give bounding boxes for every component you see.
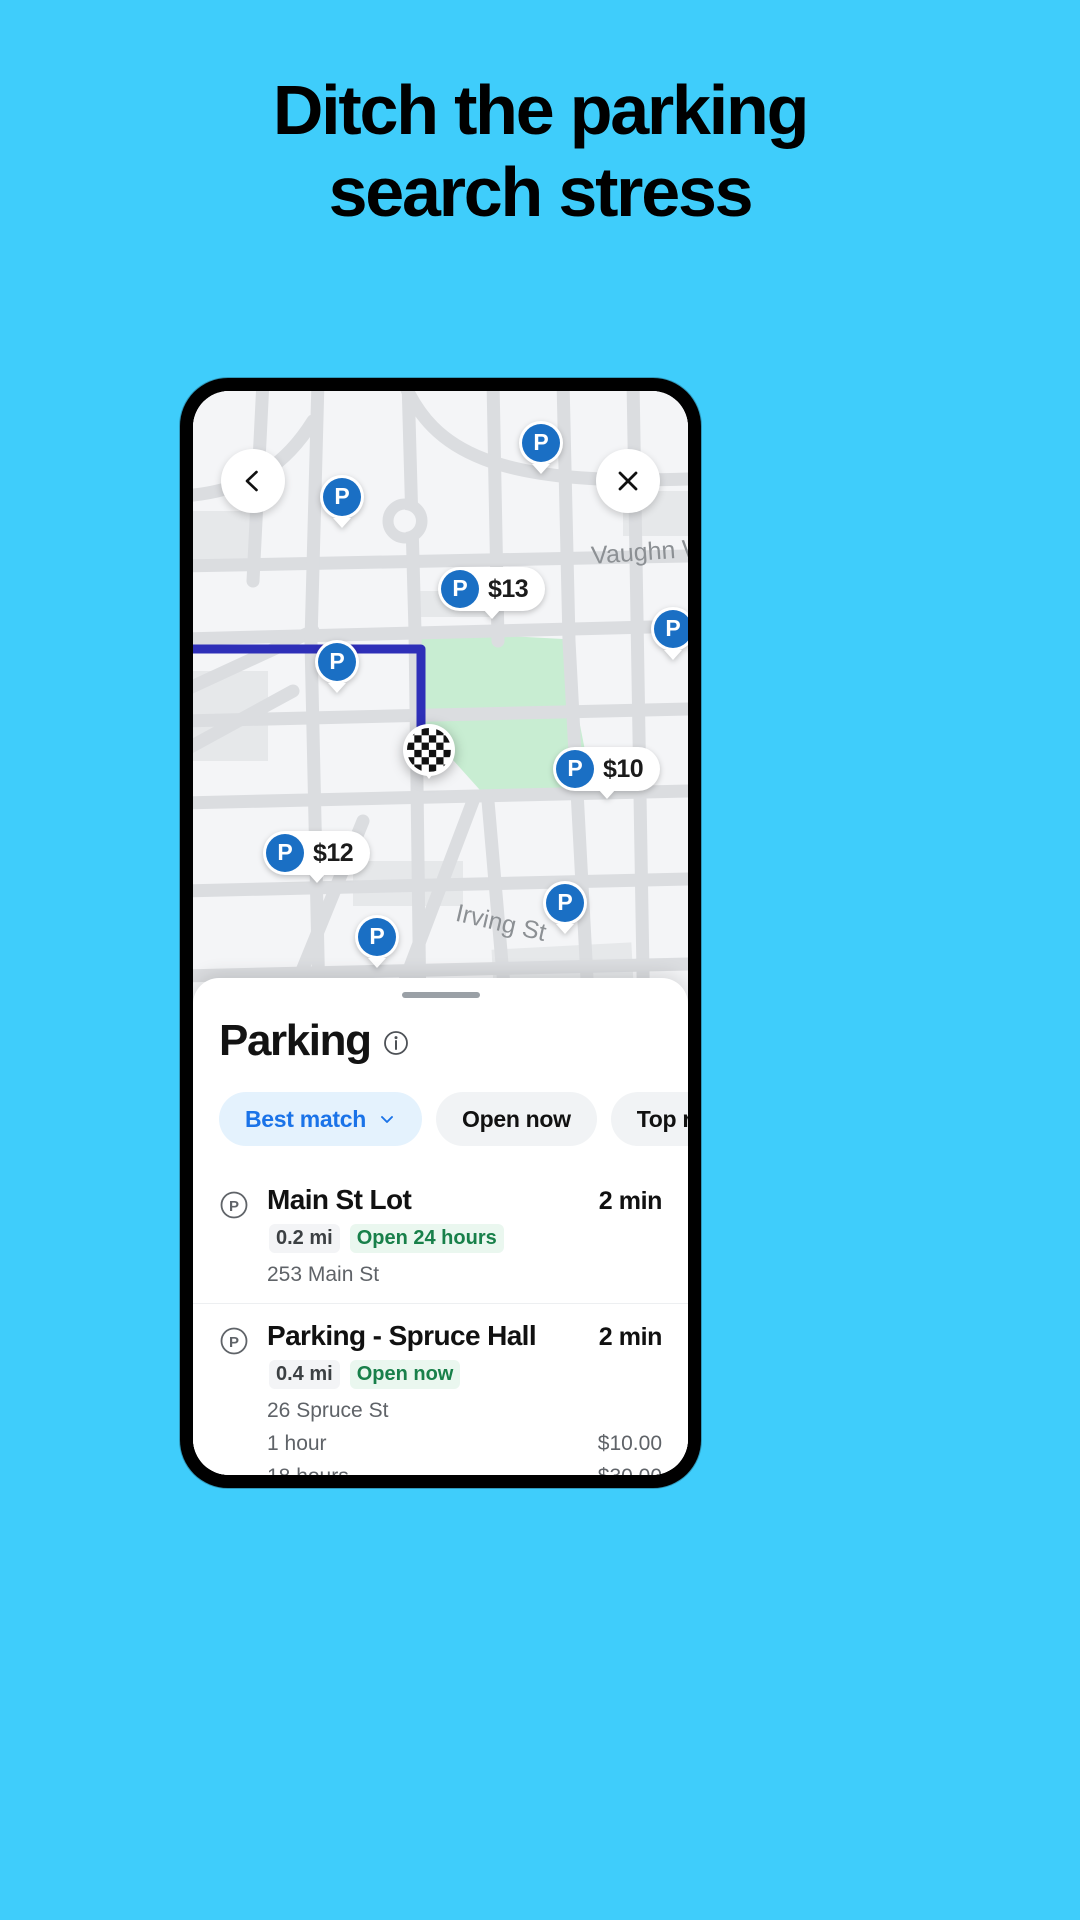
- filter-chips[interactable]: Best match Open now Top rated Onsite: [193, 1066, 688, 1146]
- pin-price-label: $12: [313, 838, 354, 867]
- bottom-sheet[interactable]: Parking Best match Open now Top r P Main…: [193, 978, 688, 1475]
- headline-line-1: Ditch the parking: [272, 71, 810, 149]
- checkered-flag-icon: [398, 721, 460, 783]
- close-button[interactable]: [596, 449, 660, 513]
- list-item-name: Parking - Spruce Hall: [267, 1320, 537, 1351]
- parking-p-icon: P: [556, 750, 594, 788]
- back-button[interactable]: [221, 449, 285, 513]
- parking-pin[interactable]: P: [315, 640, 359, 684]
- parking-p-icon: P: [318, 643, 356, 681]
- list-item-eta: 2 min: [598, 1187, 663, 1215]
- chip-label: Best match: [245, 1105, 366, 1132]
- parking-circle-icon: P: [219, 1326, 249, 1475]
- parking-pin[interactable]: P: [543, 881, 587, 925]
- info-icon[interactable]: [383, 1030, 409, 1061]
- rate-price: $10.00: [597, 1432, 662, 1455]
- parking-pin[interactable]: P: [320, 475, 364, 519]
- list-item[interactable]: P Main St Lot 2 min 0.2 mi Open 24 hours…: [193, 1168, 688, 1303]
- rate-price: $30.00: [598, 1465, 662, 1475]
- headline-line-2: search stress: [328, 152, 754, 231]
- list-item[interactable]: P Parking - Spruce Hall 2 min 0.4 mi Ope…: [193, 1303, 688, 1475]
- rate-row: 1 hour $10.00: [267, 1432, 662, 1456]
- parking-pin-priced[interactable]: P $13: [438, 567, 546, 611]
- chip-label: Top rated: [636, 1105, 688, 1132]
- svg-text:P: P: [229, 1334, 239, 1351]
- parking-circle-icon: P: [219, 1190, 249, 1287]
- list-item-eta: 2 min: [598, 1323, 663, 1351]
- chevron-down-icon: [381, 1116, 393, 1123]
- phone-mockup: Vaughn Way Irving St P P P $13 P P P $10…: [180, 378, 701, 1488]
- parking-p-icon: P: [441, 570, 479, 608]
- parking-list: P Main St Lot 2 min 0.2 mi Open 24 hours…: [193, 1168, 688, 1475]
- parking-pin[interactable]: P: [355, 915, 399, 959]
- parking-pin-priced[interactable]: P $10: [553, 747, 661, 791]
- parking-p-icon: P: [654, 610, 688, 648]
- close-icon: [618, 471, 638, 491]
- parking-pin[interactable]: P: [519, 421, 563, 465]
- list-item-address: 26 Spruce St: [267, 1399, 389, 1422]
- parking-p-icon: P: [358, 918, 396, 956]
- chip-label: Open now: [462, 1105, 571, 1132]
- pin-price-label: $13: [488, 574, 529, 603]
- chevron-left-icon: [245, 470, 258, 492]
- chip-top-rated[interactable]: Top rated: [610, 1092, 688, 1146]
- parking-pin[interactable]: P: [651, 607, 688, 651]
- list-item-distance: 0.2 mi: [269, 1224, 340, 1253]
- parking-p-icon: P: [546, 884, 584, 922]
- parking-p-icon: P: [522, 424, 560, 462]
- parking-p-icon: P: [323, 478, 361, 516]
- sheet-title: Parking: [219, 1016, 372, 1065]
- pin-price-label: $10: [603, 754, 644, 783]
- list-item-address: 253 Main St: [267, 1263, 380, 1286]
- parking-pin-priced[interactable]: P $12: [263, 831, 371, 875]
- rate-duration: 1 hour: [267, 1432, 327, 1455]
- page-title: Ditch the parking search stress: [0, 70, 1080, 234]
- rate-row: 18 hours $30.00: [267, 1465, 662, 1475]
- rate-duration: 18 hours: [267, 1465, 349, 1475]
- chip-best-match[interactable]: Best match: [219, 1092, 422, 1146]
- chip-open-now[interactable]: Open now: [436, 1092, 597, 1146]
- svg-text:P: P: [229, 1198, 239, 1215]
- list-item-name: Main St Lot: [267, 1184, 412, 1215]
- list-item-open-status: Open 24 hours: [349, 1224, 504, 1253]
- list-item-distance: 0.4 mi: [269, 1360, 340, 1389]
- parking-p-icon: P: [266, 834, 304, 872]
- list-item-open-status: Open now: [349, 1360, 461, 1389]
- sheet-header: Parking: [193, 998, 688, 1066]
- phone-screen: Vaughn Way Irving St P P P $13 P P P $10…: [193, 391, 688, 1475]
